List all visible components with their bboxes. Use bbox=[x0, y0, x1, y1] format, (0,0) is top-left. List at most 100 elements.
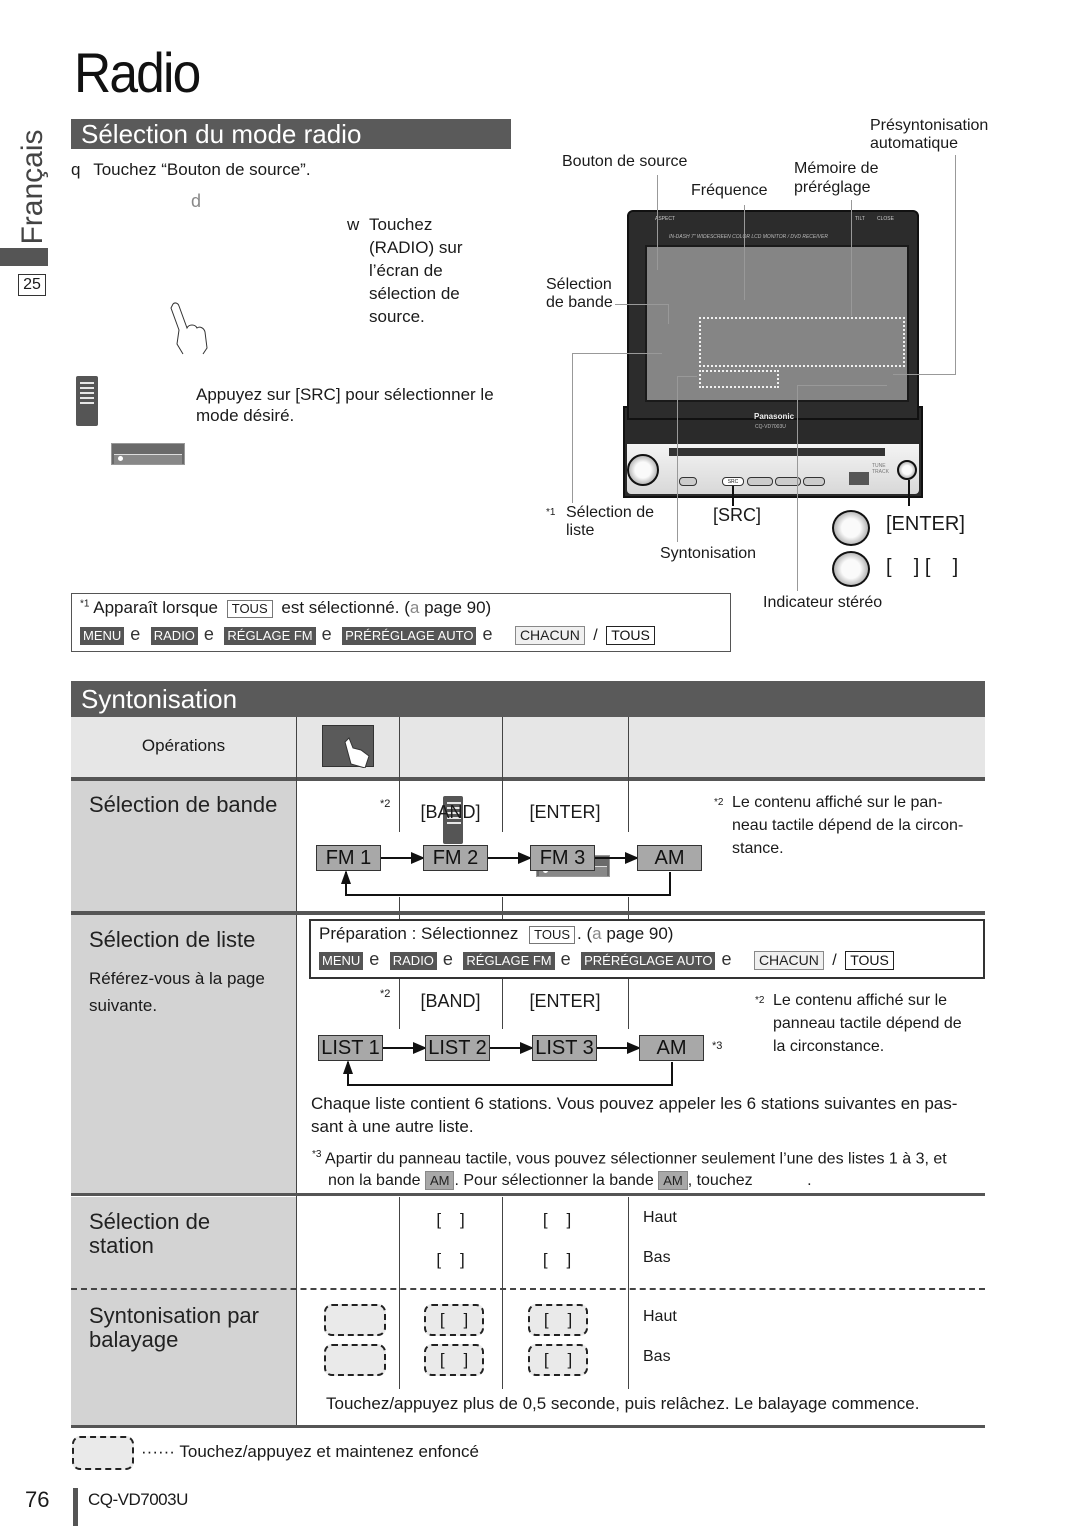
arrow-icon bbox=[597, 1042, 641, 1054]
label-presynto-line: automatique bbox=[870, 135, 959, 152]
prep-menu-path: MENU e RADIO e RÉGLAGE FM e PRÉRÉGLAGE AUTO… bbox=[319, 949, 894, 970]
seek-down-label: Bas bbox=[643, 1348, 671, 1365]
menu-path-item: MENU bbox=[319, 952, 364, 970]
list-note-line: Le contenu affiché sur le bbox=[773, 992, 948, 1009]
menu-path-item: PRÉRÉGLAGE AUTO bbox=[581, 952, 716, 970]
list-footnote-text: . Pour sélectionner la bande bbox=[454, 1172, 654, 1190]
list-note-line: panneau tactile dépend de bbox=[773, 1015, 962, 1032]
label-src: [SRC] bbox=[713, 505, 762, 525]
cycle-return-line bbox=[345, 872, 671, 896]
list-info-line: Chaque liste contient 6 stations. Vous p… bbox=[311, 1094, 958, 1113]
enter-knob bbox=[897, 460, 917, 480]
footnote-marker: *1 bbox=[80, 598, 90, 610]
device-model: CQ-VD7003U bbox=[755, 424, 786, 430]
page-ref: page 90) bbox=[424, 598, 492, 617]
list-info: Chaque liste contient 6 stations. Vous p… bbox=[311, 1092, 957, 1138]
list-ref-line: suivante. bbox=[89, 996, 158, 1015]
device-screen bbox=[645, 245, 909, 402]
path-separator: e bbox=[369, 949, 380, 969]
prep-text: Préparation : Sélectionnez bbox=[319, 924, 519, 943]
label-bouton-source: Bouton de source bbox=[562, 153, 688, 170]
table-divider bbox=[71, 911, 985, 915]
leader-line bbox=[668, 304, 669, 324]
note-text: est sélectionné. ( bbox=[281, 598, 410, 617]
step-w-line: source. bbox=[369, 307, 425, 326]
step-q-text: Touchez “Bouton de source”. bbox=[93, 160, 311, 179]
leader-line bbox=[797, 385, 798, 591]
note-box-tous: *1 Apparaît lorsque TOUS est sélectionné… bbox=[71, 593, 731, 652]
band-am: AM bbox=[637, 845, 702, 871]
tilt-label: TILT bbox=[855, 216, 865, 222]
leader-line bbox=[572, 353, 662, 354]
enter-rotate-icon bbox=[832, 551, 870, 587]
note-text: Apparaît lorsque bbox=[93, 598, 218, 617]
band-fm2: FM 2 bbox=[423, 845, 488, 871]
label-frequence: Fréquence bbox=[691, 182, 768, 199]
column-divider bbox=[296, 717, 297, 1425]
page-ref-icon: a bbox=[409, 598, 420, 617]
legend-text: Touchez/appuyez et maintenez enfoncé bbox=[179, 1442, 479, 1461]
band-fm3: FM 3 bbox=[530, 845, 595, 871]
label-presyntonisation: Présyntonisation automatique bbox=[870, 117, 988, 153]
touch-panel-icon bbox=[322, 725, 374, 768]
label-selection-liste-line: liste bbox=[566, 522, 595, 539]
step-w-line: l’écran de bbox=[369, 261, 443, 280]
legend-dots: ······ bbox=[141, 1442, 175, 1461]
list-footnote-text: non la bande bbox=[328, 1172, 421, 1190]
page-ref: page 90) bbox=[606, 924, 674, 943]
list-footnote-text: , touchez bbox=[687, 1172, 753, 1190]
menu-path-item: RADIO bbox=[150, 627, 198, 645]
list-1: LIST 1 bbox=[318, 1035, 383, 1061]
list-selection-ref: Référez-vous à la page suivante. bbox=[89, 965, 265, 1019]
footnote-marker: *2 bbox=[380, 798, 391, 810]
tous-tag: TOUS bbox=[529, 926, 576, 944]
station-remote-down: [ ] bbox=[436, 1250, 465, 1269]
leader-line bbox=[732, 486, 734, 506]
station-selection-title: Sélection de station bbox=[89, 1210, 210, 1258]
footnote-marker: *3 bbox=[712, 1040, 723, 1052]
close-label: CLOSE bbox=[877, 216, 894, 222]
tune-track-label: TUNE TRACK bbox=[872, 463, 889, 475]
menu-path-item: RADIO bbox=[389, 952, 437, 970]
band-note-line: stance. bbox=[732, 840, 784, 857]
seek-note: Touchez/appuyez plus de 0,5 seconde, pui… bbox=[326, 1394, 920, 1413]
arrow-up-icon bbox=[343, 1060, 353, 1074]
label-memoire: Mémoire de préréglage bbox=[794, 159, 878, 197]
label-selection-liste: *1 Sélection de liste bbox=[546, 504, 654, 540]
seek-title-line: balayage bbox=[89, 1327, 179, 1352]
footnote-marker: *2 bbox=[380, 988, 391, 1000]
prep-line: Préparation : Sélectionnez TOUS. (a page… bbox=[319, 924, 673, 944]
step-q-marker: q bbox=[71, 160, 81, 179]
menu-path-item: PRÉRÉGLAGE AUTO bbox=[342, 627, 477, 645]
disc-slot bbox=[669, 448, 885, 456]
src-instruction-line: mode désiré. bbox=[196, 406, 295, 425]
seek-remote-up: [ ] bbox=[424, 1304, 484, 1336]
arrow-up-icon bbox=[341, 870, 351, 884]
volume-knob bbox=[627, 454, 659, 486]
preset-memory-area bbox=[699, 317, 905, 367]
station-title-line: Sélection de bbox=[89, 1209, 211, 1234]
footnote-marker: *2 bbox=[755, 995, 765, 1006]
label-syntonisation: Syntonisation bbox=[660, 545, 757, 562]
language-page-number: 25 bbox=[18, 274, 46, 296]
option-tous: TOUS bbox=[845, 951, 894, 970]
am-tag: AM bbox=[658, 1171, 688, 1191]
seek-remote-down: [ ] bbox=[424, 1344, 484, 1376]
path-separator: e bbox=[321, 624, 332, 644]
path-separator: e bbox=[442, 949, 453, 969]
column-divider bbox=[628, 979, 629, 1029]
station-unit-down: [ ] bbox=[542, 1250, 572, 1269]
footnote-marker: *2 bbox=[714, 797, 724, 808]
menu-path-item: RÉGLAGE FM bbox=[224, 627, 316, 645]
dashed-divider bbox=[71, 1288, 985, 1290]
list-ref-line: Référez-vous à la page bbox=[89, 969, 265, 988]
step-w-marker: w bbox=[347, 215, 360, 234]
leader-line bbox=[744, 205, 745, 300]
head-unit-icon bbox=[111, 443, 185, 465]
page-number: 76 bbox=[25, 1487, 50, 1512]
footnote-marker: *3 bbox=[312, 1149, 322, 1160]
touch-hand-icon bbox=[170, 302, 208, 355]
seek-unit-down: [ ] bbox=[528, 1344, 588, 1376]
operations-label: Opérations bbox=[141, 736, 226, 755]
station-up-label: Haut bbox=[643, 1209, 677, 1226]
